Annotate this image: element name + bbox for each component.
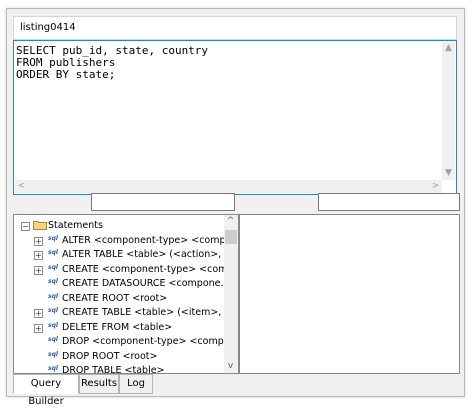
tree-item-label: CREATE ROOT <root> xyxy=(62,292,168,304)
tree-item[interactable]: + sql ALTER <component-type> <comp... xyxy=(14,234,235,248)
tree-item-label: DROP ROOT <root> xyxy=(62,350,158,362)
tree-scroll-down-icon[interactable]: v xyxy=(224,360,237,373)
sql-statement-icon: sql xyxy=(48,365,58,372)
folder-icon xyxy=(33,221,47,230)
scroll-left-icon[interactable]: < xyxy=(15,180,28,193)
statements-tree[interactable]: − Statements + sql ALTER <component-type> … xyxy=(13,214,239,374)
editor-vertical-scrollbar[interactable]: ▲ ▼ xyxy=(442,42,455,180)
sql-statement-icon: sql xyxy=(48,278,58,285)
tree-root[interactable]: − Statements xyxy=(14,219,224,233)
sql-statement-icon: sql xyxy=(48,307,58,314)
expand-icon[interactable]: + xyxy=(34,236,43,246)
results-filter-input[interactable] xyxy=(318,193,460,211)
tree-item[interactable]: sql CREATE DATASOURCE <compone... xyxy=(14,277,230,291)
sql-statement-icon: sql xyxy=(48,292,58,300)
query-window: listing0414 SELECT pub_id, state, countr… xyxy=(6,8,465,407)
tree-item-label: CREATE <component-type> <com... xyxy=(62,263,237,275)
expand-icon[interactable]: + xyxy=(34,251,43,260)
sql-statement-icon: sql xyxy=(48,336,58,343)
tree-item[interactable]: + sql ALTER TABLE <table> (<action>, ... xyxy=(14,248,233,262)
sql-statement-icon: sql xyxy=(48,263,58,271)
sql-statement-icon: sql xyxy=(48,234,58,242)
tree-scroll-thumb[interactable] xyxy=(225,230,237,244)
tree-item[interactable]: sql DROP TABLE <table> xyxy=(14,364,224,374)
sql-editor[interactable]: SELECT pub_id, state, country FROM publi… xyxy=(13,40,457,195)
tree-item-label: DELETE FROM <table> xyxy=(62,321,173,333)
tree-root-label: Statements xyxy=(48,220,103,231)
tree-item[interactable]: + sql DELETE FROM <table> xyxy=(14,321,224,335)
tree-item-label: CREATE DATASOURCE <compone... xyxy=(62,278,230,289)
tree-item-label: DROP TABLE <table> xyxy=(62,365,165,374)
scroll-up-icon[interactable]: ▲ xyxy=(442,42,455,55)
sql-line: ORDER BY state; xyxy=(16,68,116,81)
expand-icon[interactable]: + xyxy=(34,265,43,275)
editor-horizontal-scrollbar[interactable]: < > xyxy=(15,180,442,193)
details-pane xyxy=(239,214,460,374)
sql-statement-icon: sql xyxy=(48,350,58,358)
tree-scroll-up-icon[interactable]: ^ xyxy=(224,215,237,228)
scroll-right-icon[interactable]: > xyxy=(429,180,442,193)
tab-log[interactable]: Log xyxy=(119,374,153,394)
tree-item[interactable]: sql DROP <component-type> <compo... xyxy=(14,335,238,349)
tree-filter-input[interactable] xyxy=(91,193,235,211)
tree-item[interactable]: sql DROP ROOT <root> xyxy=(14,350,224,364)
sql-statement-icon: sql xyxy=(48,249,58,256)
tab-query-builder[interactable]: Query Builder xyxy=(13,374,79,407)
tree-item[interactable]: sql CREATE ROOT <root> xyxy=(14,292,224,306)
window-title: listing0414 xyxy=(20,22,76,33)
tree-item-label: ALTER <component-type> <comp... xyxy=(62,234,235,246)
tree-item[interactable]: + sql CREATE <component-type> <com... xyxy=(14,263,236,277)
title-field: listing0414 xyxy=(13,16,457,40)
expand-icon[interactable]: + xyxy=(34,309,43,318)
tree-item-label: ALTER TABLE <table> (<action>, ... xyxy=(62,249,234,260)
tree-item-label: DROP <component-type> <compo... xyxy=(62,336,239,347)
tree-vertical-scrollbar[interactable]: ^ v xyxy=(224,215,238,373)
tree-item[interactable]: + sql CREATE TABLE <table> (<item>, ... xyxy=(14,306,233,320)
expand-icon[interactable]: + xyxy=(34,323,43,333)
scroll-down-icon[interactable]: ▼ xyxy=(442,167,455,180)
tree-item-label: CREATE TABLE <table> (<item>, ... xyxy=(62,307,234,318)
tab-results[interactable]: Results xyxy=(79,374,119,394)
sql-statement-icon: sql xyxy=(48,321,58,329)
collapse-icon[interactable]: − xyxy=(21,222,30,231)
